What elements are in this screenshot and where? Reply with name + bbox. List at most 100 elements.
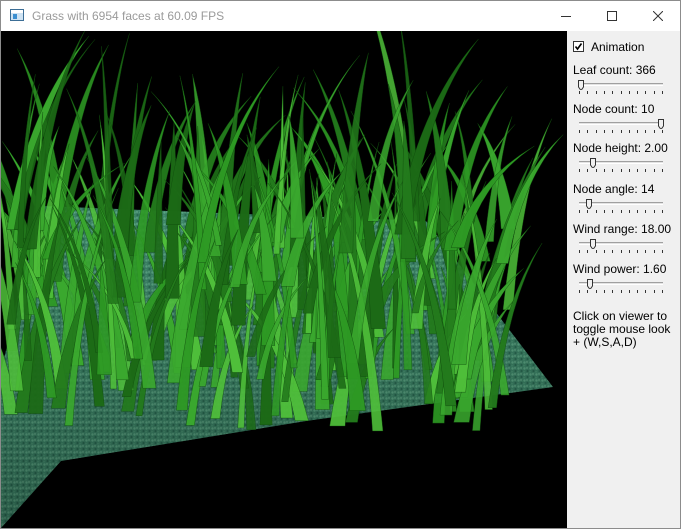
slider-thumb[interactable]	[585, 199, 592, 209]
slider-tick	[637, 210, 638, 213]
slider-tick	[654, 250, 655, 253]
slider-tick	[629, 290, 630, 293]
slider-tick	[645, 250, 646, 253]
slider-thumb[interactable]	[658, 119, 664, 129]
slider-tick	[637, 290, 638, 293]
slider-tick	[596, 290, 597, 293]
slider-tick	[587, 169, 588, 172]
slider-track[interactable]	[579, 83, 663, 86]
slider-tick	[662, 130, 663, 133]
slider-tick	[637, 91, 638, 94]
slider-ticks	[579, 130, 663, 133]
slider-tick	[654, 169, 655, 172]
slider-tick	[604, 210, 605, 213]
grass-scene	[1, 31, 564, 528]
slider-tick	[596, 130, 597, 133]
slider-tick	[612, 130, 613, 133]
slider-tick	[645, 130, 646, 133]
maximize-icon	[607, 11, 617, 21]
slider-tick	[621, 290, 622, 293]
slider-ticks	[579, 169, 663, 172]
slider-tick	[596, 91, 597, 94]
help-text: Click on viewer to toggle mouse look + (…	[573, 309, 671, 349]
slider-tick	[645, 169, 646, 172]
slider-thumb[interactable]	[589, 239, 596, 249]
slider-tick	[637, 250, 638, 253]
title-bar[interactable]: Grass with 6954 faces at 60.09 FPS	[1, 1, 680, 31]
slider-tick	[654, 210, 655, 213]
node-angle-label: Node angle: 14	[573, 182, 655, 196]
slider-tick	[579, 169, 580, 172]
slider-tick	[579, 130, 580, 133]
slider-tick	[612, 91, 613, 94]
animation-checkbox[interactable]	[573, 41, 584, 52]
slider-ticks	[579, 91, 663, 94]
slider-tick	[621, 91, 622, 94]
slider-tick	[579, 250, 580, 253]
3d-viewer[interactable]	[1, 31, 567, 528]
app-window: Grass with 6954 faces at 60.09 FPS Anima…	[0, 0, 681, 529]
wind-range-label: Wind range: 18.00	[573, 222, 672, 236]
slider-tick	[654, 290, 655, 293]
node-height-label: Node height: 2.00	[573, 141, 668, 155]
slider-tick	[662, 210, 663, 213]
slider-tick	[579, 210, 580, 213]
slider-ticks	[579, 210, 663, 213]
slider-track[interactable]	[579, 122, 663, 125]
close-button[interactable]	[635, 1, 681, 31]
slider-ticks	[579, 250, 663, 253]
wind-range-slider[interactable]	[576, 239, 664, 253]
slider-tick	[587, 210, 588, 213]
slider-tick	[629, 169, 630, 172]
slider-tick	[612, 169, 613, 172]
close-icon	[653, 11, 663, 21]
slider-tick	[587, 91, 588, 94]
leaf-count-slider[interactable]	[576, 80, 664, 94]
maximize-button[interactable]	[589, 1, 635, 31]
window-title: Grass with 6954 faces at 60.09 FPS	[32, 9, 225, 23]
settings-panel: Animation Leaf count: 366 Node count: 10…	[567, 31, 680, 528]
slider-tick	[629, 250, 630, 253]
wind-power-slider[interactable]	[576, 279, 664, 293]
slider-tick	[612, 250, 613, 253]
slider-tick	[637, 130, 638, 133]
slider-tick	[645, 210, 646, 213]
checkmark-icon	[574, 43, 583, 51]
slider-tick	[587, 290, 588, 293]
slider-ticks	[579, 290, 663, 293]
slider-tick	[629, 130, 630, 133]
node-height-slider[interactable]	[576, 158, 664, 172]
slider-tick	[637, 169, 638, 172]
slider-tick	[662, 91, 663, 94]
slider-tick	[587, 130, 588, 133]
slider-tick	[629, 210, 630, 213]
slider-tick	[604, 91, 605, 94]
minimize-button[interactable]	[543, 1, 589, 31]
slider-thumb[interactable]	[577, 80, 584, 90]
slider-tick	[621, 130, 622, 133]
app-window-icon	[10, 9, 24, 21]
node-angle-slider[interactable]	[576, 199, 664, 213]
slider-tick	[604, 130, 605, 133]
node-count-slider[interactable]	[576, 119, 664, 133]
slider-tick	[587, 250, 588, 253]
slider-tick	[579, 290, 580, 293]
slider-tick	[596, 210, 597, 213]
slider-thumb[interactable]	[589, 158, 596, 168]
slider-tick	[662, 290, 663, 293]
slider-tick	[621, 250, 622, 253]
slider-tick	[654, 91, 655, 94]
slider-tick	[604, 290, 605, 293]
slider-tick	[596, 250, 597, 253]
slider-tick	[645, 91, 646, 94]
slider-tick	[662, 250, 663, 253]
slider-tick	[596, 169, 597, 172]
slider-tick	[604, 250, 605, 253]
slider-thumb[interactable]	[587, 279, 594, 289]
leaf-count-label: Leaf count: 366	[573, 63, 656, 77]
slider-tick	[645, 290, 646, 293]
slider-tick	[662, 169, 663, 172]
slider-tick	[612, 290, 613, 293]
animation-label: Animation	[591, 40, 645, 54]
node-count-label: Node count: 10	[573, 102, 655, 116]
